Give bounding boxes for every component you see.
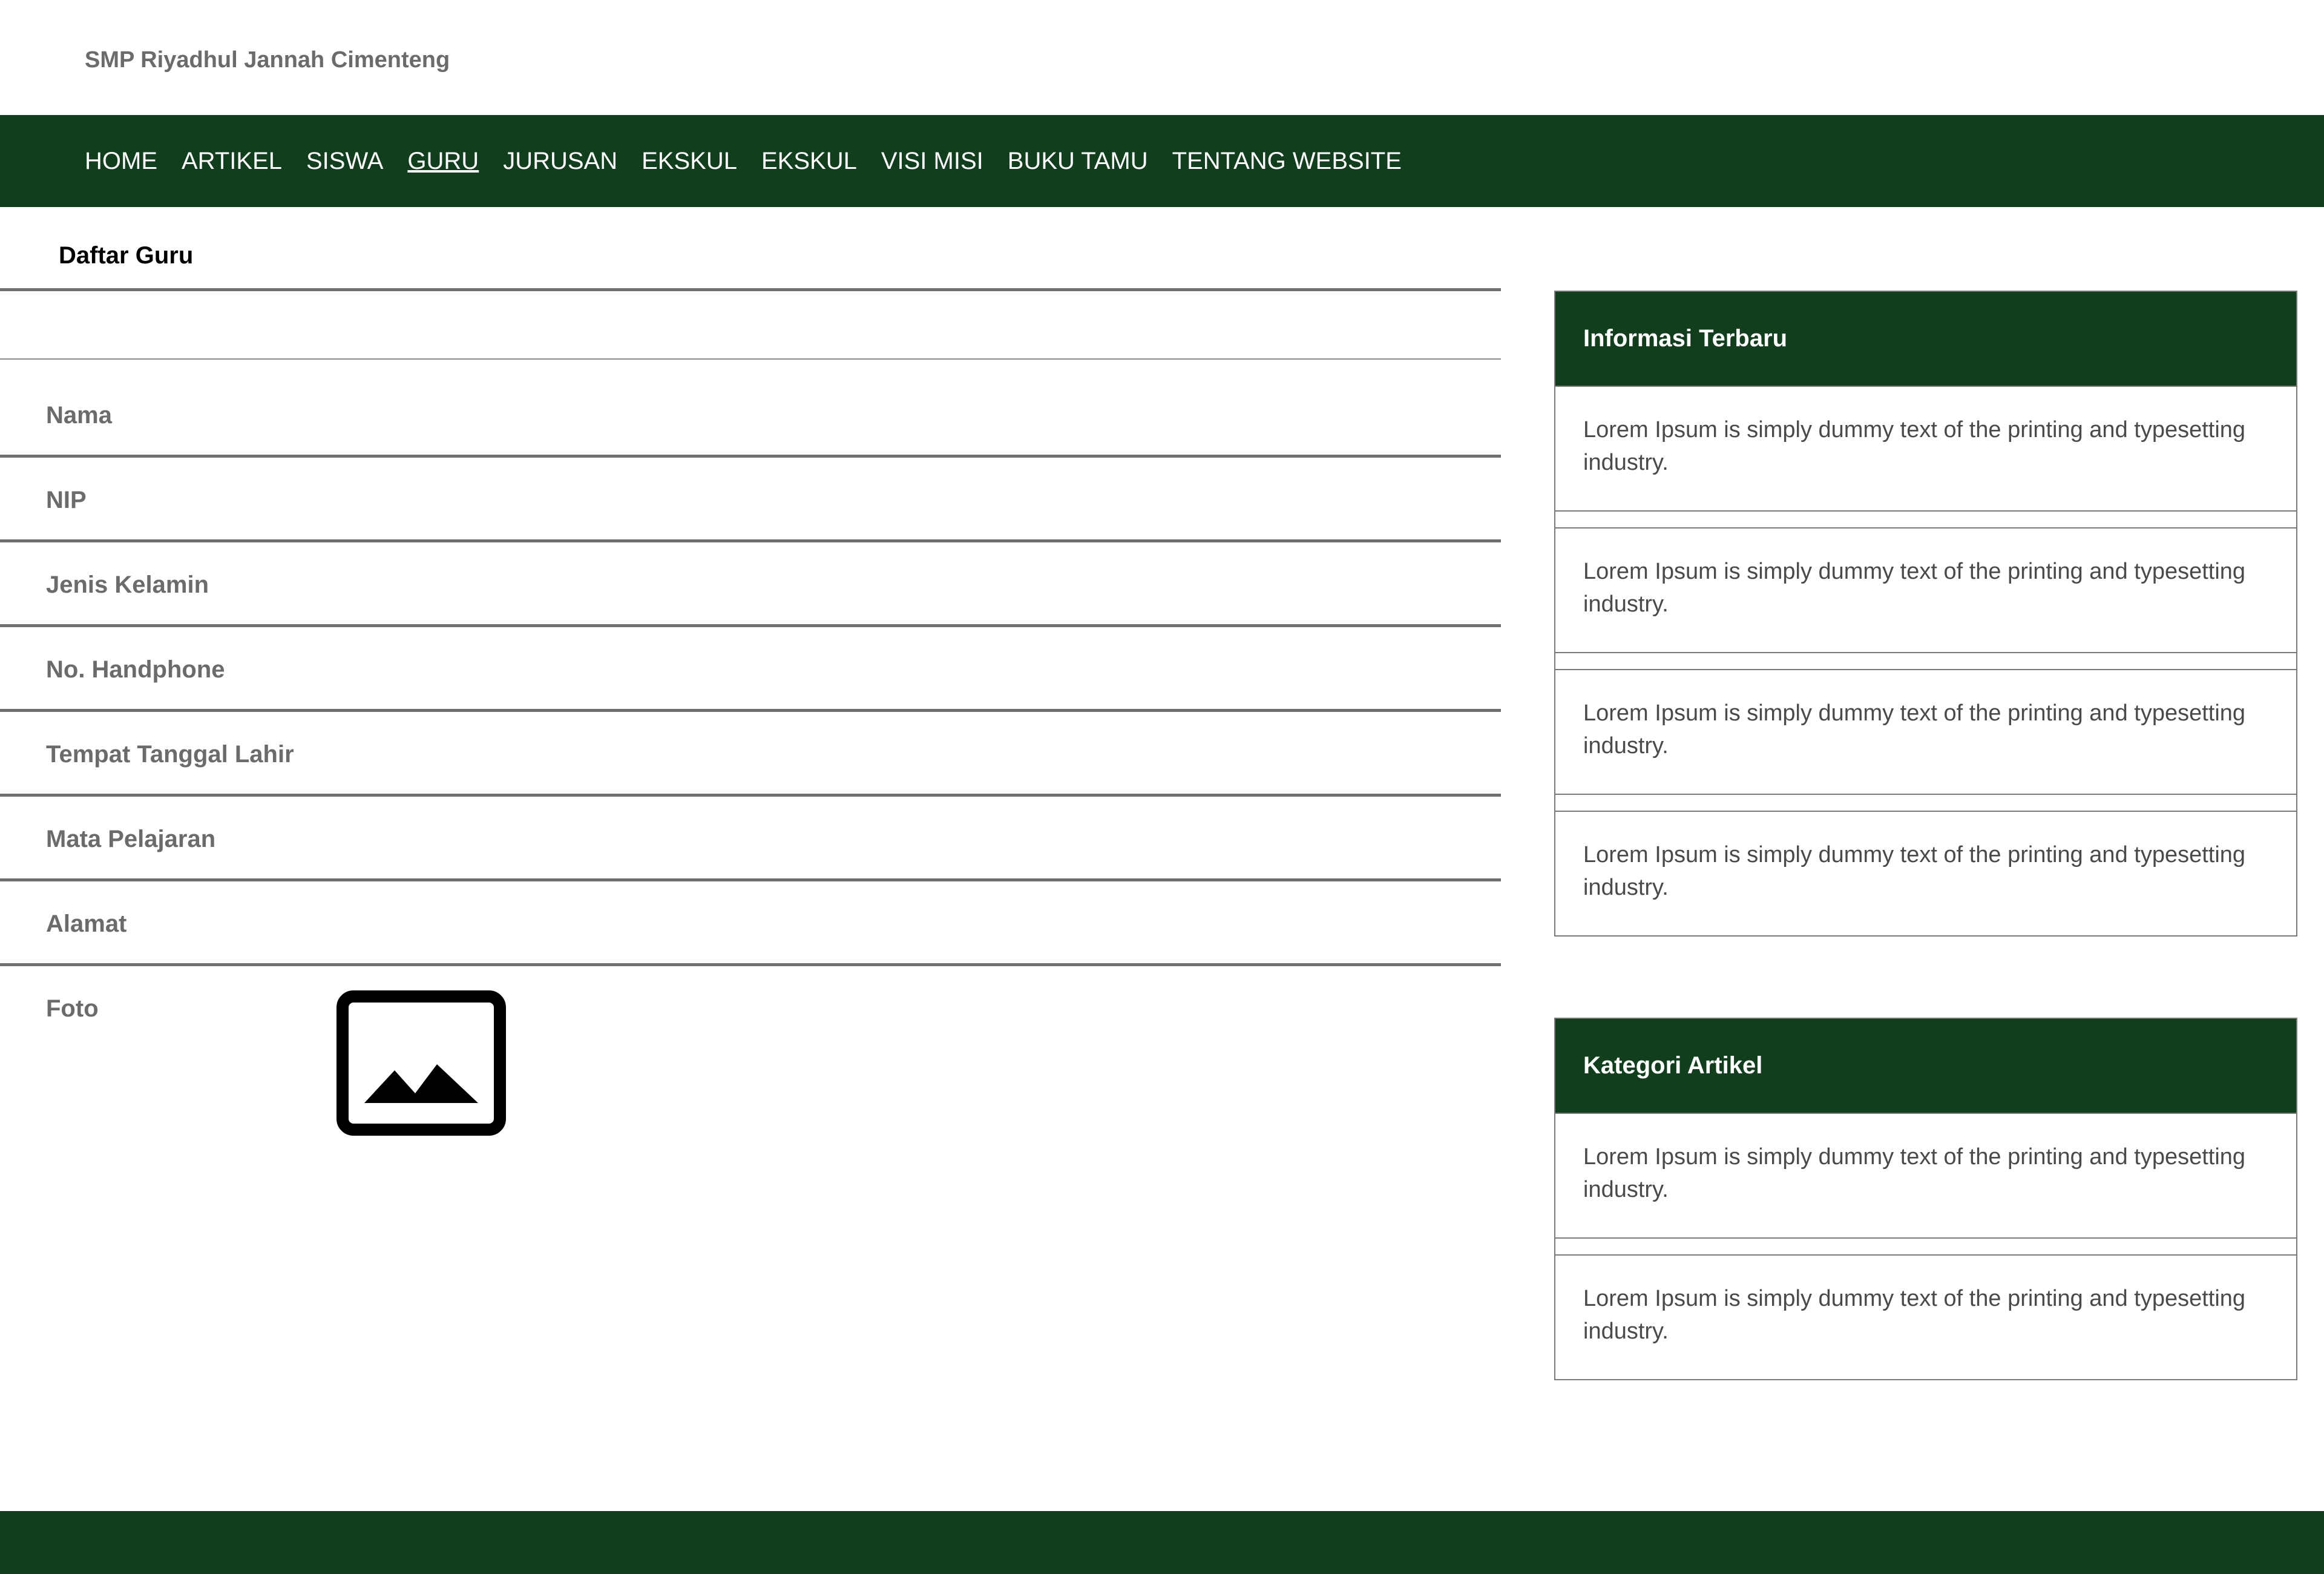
- field-row-no-handphone: No. Handphone: [0, 657, 1501, 742]
- field-row-foto: Foto: [0, 996, 1501, 1081]
- nav-menu: HOME ARTIKEL SISWA GURU JURUSAN EKSKUL E…: [0, 115, 2324, 207]
- field-label-tempat-tanggal-lahir: Tempat Tanggal Lahir: [46, 741, 294, 768]
- row-divider: [0, 455, 1501, 458]
- field-label-nama: Nama: [46, 402, 112, 429]
- info-item[interactable]: Lorem Ipsum is simply dummy text of the …: [1555, 386, 2296, 510]
- row-divider: [0, 878, 1501, 881]
- field-label-no-handphone: No. Handphone: [46, 656, 225, 683]
- nav-item-ekskul[interactable]: EKSKUL: [642, 148, 737, 175]
- info-item[interactable]: Lorem Ipsum is simply dummy text of the …: [1555, 811, 2296, 935]
- category-panel: Kategori Artikel Lorem Ipsum is simply d…: [1554, 1018, 2297, 1380]
- field-row-nama: Nama: [0, 403, 1501, 488]
- site-title[interactable]: SMP Riyadhul Jannah Cimenteng: [85, 47, 450, 73]
- image-placeholder-icon: [336, 990, 506, 1136]
- page-title: Daftar Guru: [59, 242, 194, 269]
- row-divider: [0, 794, 1501, 797]
- nav-item-buku-tamu[interactable]: BUKU TAMU: [1008, 148, 1148, 175]
- nav-item-ekskul-2[interactable]: EKSKUL: [761, 148, 857, 175]
- footer-bar: [0, 1511, 2324, 1574]
- field-label-jenis-kelamin: Jenis Kelamin: [46, 571, 209, 598]
- field-row-tempat-tanggal-lahir: Tempat Tanggal Lahir: [0, 742, 1501, 827]
- field-label-alamat: Alamat: [46, 910, 127, 937]
- info-panel: Informasi Terbaru Lorem Ipsum is simply …: [1554, 291, 2297, 937]
- info-panel-title: Informasi Terbaru: [1555, 292, 2296, 386]
- nav-item-siswa[interactable]: SISWA: [306, 148, 383, 175]
- main-navbar: HOME ARTIKEL SISWA GURU JURUSAN EKSKUL E…: [0, 115, 2324, 207]
- nav-item-visi-misi[interactable]: VISI MISI: [881, 148, 983, 175]
- field-row-alamat: Alamat: [0, 912, 1501, 996]
- field-label-nip: NIP: [46, 487, 87, 513]
- nav-item-guru[interactable]: GURU: [407, 148, 479, 175]
- field-row-mata-pelajaran: Mata Pelajaran: [0, 827, 1501, 912]
- row-divider: [0, 539, 1501, 542]
- info-item[interactable]: Lorem Ipsum is simply dummy text of the …: [1555, 527, 2296, 652]
- field-row-jenis-kelamin: Jenis Kelamin: [0, 573, 1501, 657]
- info-item[interactable]: Lorem Ipsum is simply dummy text of the …: [1555, 669, 2296, 794]
- nav-item-tentang-website[interactable]: TENTANG WEBSITE: [1172, 148, 1402, 175]
- nav-item-home[interactable]: HOME: [85, 148, 157, 175]
- row-divider: [0, 963, 1501, 966]
- heading-divider: [0, 288, 1501, 291]
- row-divider: [0, 709, 1501, 712]
- panel-divider: [1555, 652, 2296, 669]
- panel-divider: [1555, 510, 2296, 527]
- row-divider: [0, 624, 1501, 627]
- field-row-nip: NIP: [0, 488, 1501, 573]
- field-label-mata-pelajaran: Mata Pelajaran: [46, 826, 216, 852]
- panel-divider: [1555, 1237, 2296, 1254]
- nav-item-artikel[interactable]: ARTIKEL: [182, 148, 282, 175]
- panel-divider: [1555, 794, 2296, 811]
- table-top-divider: [0, 358, 1501, 360]
- category-panel-title: Kategori Artikel: [1555, 1019, 2296, 1113]
- category-item[interactable]: Lorem Ipsum is simply dummy text of the …: [1555, 1254, 2296, 1379]
- nav-item-jurusan[interactable]: JURUSAN: [503, 148, 617, 175]
- field-label-foto: Foto: [46, 995, 99, 1022]
- category-item[interactable]: Lorem Ipsum is simply dummy text of the …: [1555, 1113, 2296, 1237]
